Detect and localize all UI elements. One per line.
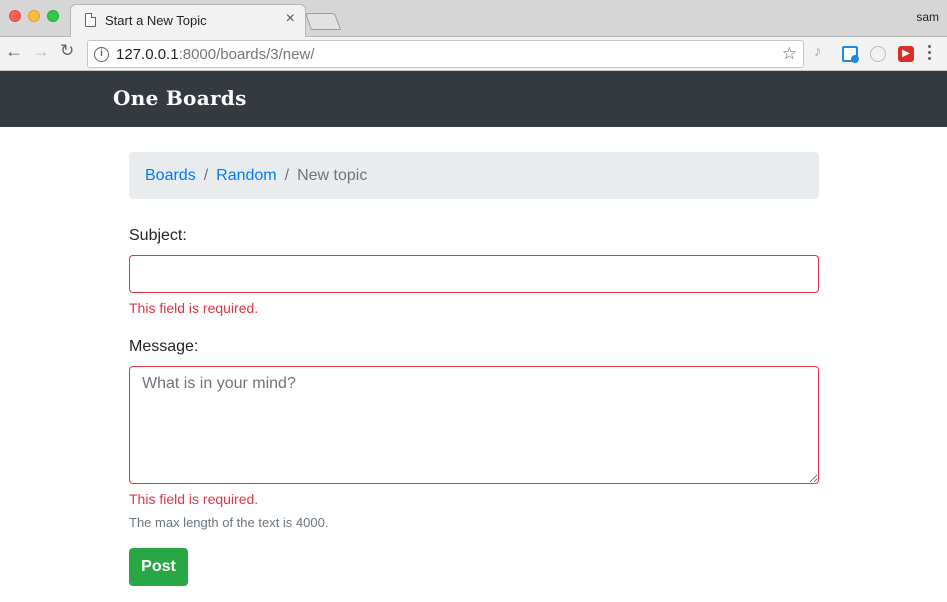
tab-close-icon[interactable]: × <box>286 10 295 28</box>
message-help-text: The max length of the text is 4000. <box>129 515 329 530</box>
subject-error-message: This field is required. <box>129 300 259 316</box>
browser-toolbar: ← → ↻ i 127.0.0.1:8000/boards/3/new/ ☆ ♪… <box>0 37 947 71</box>
window-close-button[interactable] <box>9 10 21 22</box>
bookmark-star-icon[interactable]: ☆ <box>782 44 797 64</box>
screen-capture-extension-icon[interactable] <box>842 46 859 63</box>
window-minimize-button[interactable] <box>28 10 40 22</box>
url-path: :8000/boards/3/new/ <box>178 46 315 63</box>
forward-arrow-icon[interactable]: → <box>32 41 50 62</box>
media-extension-icon[interactable]: ▶ <box>898 46 914 62</box>
browser-menu-icon[interactable] <box>928 45 932 63</box>
address-bar[interactable]: i 127.0.0.1:8000/boards/3/new/ ☆ <box>87 40 804 68</box>
subject-label: Subject: <box>129 227 187 244</box>
breadcrumb: Boards / Random / New topic <box>129 152 819 199</box>
profile-name[interactable]: sam <box>916 10 939 24</box>
post-button[interactable]: Post <box>129 548 188 586</box>
music-extension-icon[interactable]: ♪ <box>814 43 830 60</box>
subject-input[interactable] <box>129 255 819 293</box>
site-navbar: One Boards <box>0 71 947 127</box>
url-text[interactable]: 127.0.0.1:8000/boards/3/new/ <box>116 46 315 63</box>
breadcrumb-link-random[interactable]: Random <box>216 167 276 184</box>
tab-title: Start a New Topic <box>105 13 207 28</box>
brand-logo-link[interactable]: One Boards <box>113 86 247 110</box>
message-error-message: This field is required. <box>129 491 259 507</box>
url-host: 127.0.0.1 <box>116 46 179 63</box>
window-titlebar: Start a New Topic × sam <box>0 0 947 38</box>
breadcrumb-separator: / <box>203 167 209 184</box>
new-tab-button[interactable] <box>304 13 342 30</box>
document-icon <box>85 13 96 27</box>
breadcrumb-separator: / <box>284 167 290 184</box>
message-textarea[interactable] <box>129 366 819 484</box>
breadcrumb-active: New topic <box>297 167 368 184</box>
back-arrow-icon[interactable]: ← <box>5 41 23 62</box>
window-maximize-button[interactable] <box>47 10 59 22</box>
reload-icon[interactable]: ↻ <box>60 41 74 61</box>
info-icon[interactable]: i <box>94 47 109 62</box>
breadcrumb-link-boards[interactable]: Boards <box>145 167 196 184</box>
browser-tab-active[interactable]: Start a New Topic × <box>70 4 306 38</box>
circle-extension-icon[interactable] <box>870 46 886 62</box>
message-label: Message: <box>129 338 199 355</box>
